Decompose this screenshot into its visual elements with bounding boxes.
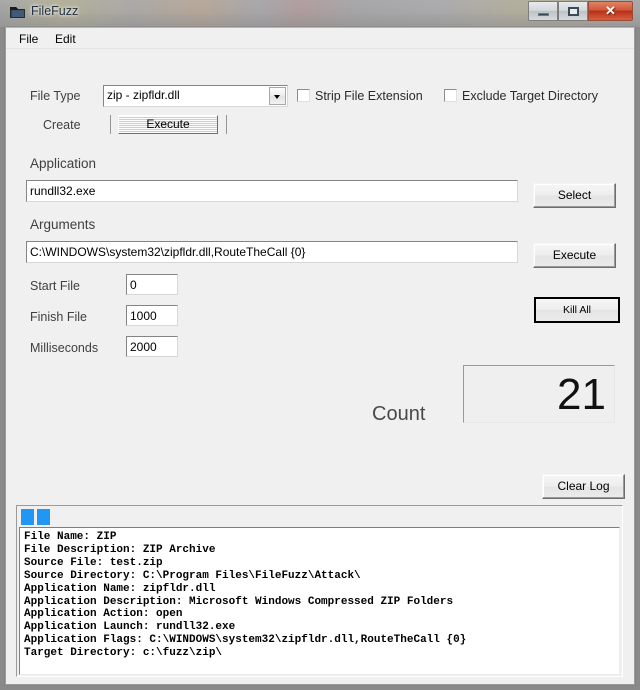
maximize-button[interactable] (558, 1, 588, 21)
menu-item-file[interactable]: File (14, 31, 43, 47)
count-display: 21 (463, 365, 615, 423)
close-button[interactable]: ✕ (588, 1, 633, 21)
strip-file-extension-label: Strip File Extension (315, 89, 423, 103)
menu-bar: File Edit (6, 28, 634, 49)
file-type-combobox[interactable]: zip - zipfldr.dll (103, 85, 288, 107)
kill-all-button[interactable]: Kill All (534, 297, 620, 323)
finish-file-label: Finish File (30, 310, 87, 324)
arguments-execute-button-label: Execute (552, 248, 597, 262)
create-execute-button[interactable]: Execute (118, 115, 218, 134)
file-type-value: zip - zipfldr.dll (107, 88, 180, 102)
milliseconds-label: Milliseconds (30, 341, 99, 355)
client-area: File Edit File Type zip - zipfldr.dll St… (5, 27, 635, 685)
application-label: Application (30, 156, 97, 171)
application-window: FileFuzz ✕ File Edit File Type zip - zip… (0, 0, 640, 690)
count-value: 21 (557, 370, 606, 419)
create-label: Create (43, 118, 81, 132)
titlebar[interactable]: FileFuzz ✕ (0, 0, 640, 27)
folder-icon (10, 7, 25, 18)
application-input[interactable]: rundll32.exe (26, 180, 518, 202)
log-textarea[interactable]: File Name: ZIP File Description: ZIP Arc… (19, 527, 620, 675)
window-title: FileFuzz (31, 4, 79, 18)
chevron-down-glyph (274, 95, 280, 99)
create-focus-tick-left (110, 115, 111, 134)
create-focus-tick-right (226, 115, 227, 134)
chevron-down-icon[interactable] (269, 87, 286, 105)
select-button[interactable]: Select (533, 183, 616, 208)
menu-item-edit[interactable]: Edit (50, 31, 81, 47)
maximize-icon (568, 7, 579, 16)
arguments-input[interactable]: C:\WINDOWS\system32\zipfldr.dll,RouteThe… (26, 241, 518, 263)
milliseconds-input[interactable]: 2000 (126, 336, 178, 357)
start-file-label: Start File (30, 279, 81, 293)
finish-file-input[interactable]: 1000 (126, 305, 178, 326)
select-button-label: Select (557, 188, 592, 202)
minimize-button[interactable] (528, 1, 558, 21)
log-panel: File Name: ZIP File Description: ZIP Arc… (16, 505, 623, 677)
minimize-icon (538, 13, 549, 16)
exclude-target-directory-label: Exclude Target Directory (462, 89, 598, 103)
start-file-input[interactable]: 0 (126, 274, 178, 295)
clear-log-button[interactable]: Clear Log (542, 474, 625, 499)
arguments-execute-button[interactable]: Execute (533, 243, 616, 268)
progress-block-icon-1 (21, 509, 34, 525)
close-icon: ✕ (605, 3, 616, 18)
file-type-label: File Type (30, 89, 81, 103)
log-toolbar (17, 506, 622, 526)
exclude-target-directory-checkbox[interactable] (444, 89, 457, 102)
arguments-label: Arguments (30, 217, 96, 232)
clear-log-button-label: Clear Log (557, 479, 610, 493)
strip-file-extension-checkbox[interactable] (297, 89, 310, 102)
progress-block-icon-2 (37, 509, 50, 525)
count-label: Count (372, 403, 426, 425)
